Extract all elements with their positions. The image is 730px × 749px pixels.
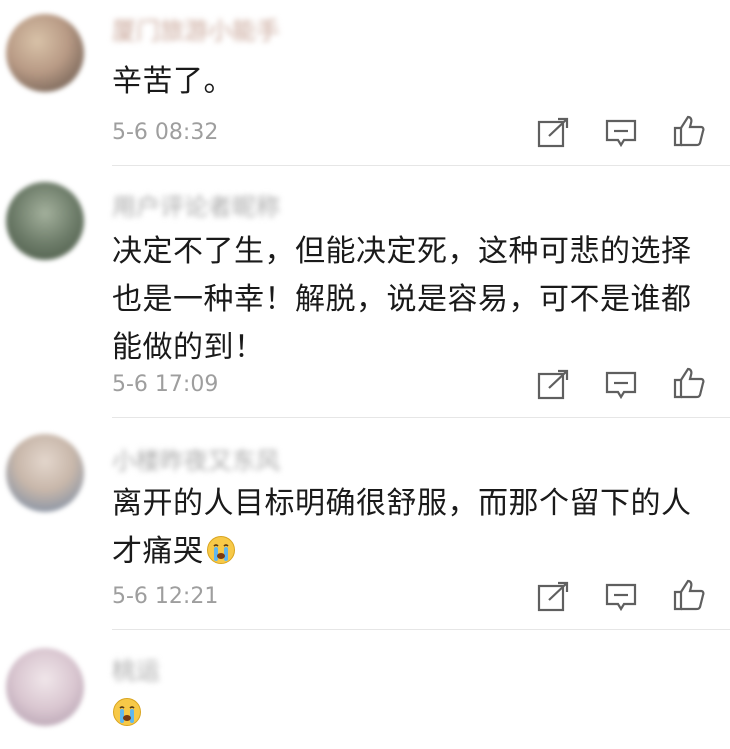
share-icon — [537, 581, 569, 612]
comment-text: 决定不了生，但能决定死，这种可悲的选择也是一种幸！解脱，说是容易，可不是谁都能做… — [112, 234, 692, 365]
comment-item: 用户评论者昵称 决定不了生，但能决定死，这种可悲的选择也是一种幸！解脱，说是容易… — [0, 166, 730, 418]
avatar[interactable] — [6, 434, 84, 512]
like-button[interactable] — [672, 366, 706, 400]
share-button[interactable] — [536, 580, 570, 614]
username[interactable]: 厦门旅游小能手 — [112, 18, 280, 44]
comment-text — [112, 690, 712, 738]
comment-text-content: 离开的人目标明确很舒服，而那个留下的人才痛哭 — [112, 486, 692, 569]
crying-face-emoji — [206, 536, 235, 564]
share-button[interactable] — [536, 116, 570, 150]
like-button[interactable] — [672, 114, 706, 148]
comment-item: 小楼昨夜又东风 离开的人目标明确很舒服，而那个留下的人才痛哭 5-6 12:21 — [0, 418, 730, 630]
comment-icon — [605, 371, 637, 400]
avatar[interactable] — [6, 14, 84, 92]
like-icon — [673, 579, 705, 611]
like-icon — [673, 115, 705, 147]
username[interactable]: 小楼昨夜又东风 — [112, 448, 280, 474]
comment-icon — [605, 583, 637, 612]
comment-item: 桃运 — [0, 630, 730, 749]
username[interactable]: 桃运 — [112, 658, 160, 684]
comment-icon — [605, 119, 637, 148]
comment-button[interactable] — [604, 580, 638, 614]
like-button[interactable] — [672, 578, 706, 612]
comment-button[interactable] — [604, 116, 638, 150]
crying-face-emoji — [113, 698, 141, 726]
comment-time: 5-6 12:21 — [112, 584, 219, 609]
comment-text: 离开的人目标明确很舒服，而那个留下的人才痛哭 — [112, 480, 692, 576]
avatar[interactable] — [6, 182, 84, 260]
username[interactable]: 用户评论者昵称 — [112, 194, 280, 220]
comment-button[interactable] — [604, 368, 638, 402]
comment-time: 5-6 08:32 — [112, 120, 219, 145]
comment-text: 辛苦了。 — [112, 64, 234, 99]
comment-item: 厦门旅游小能手 辛苦了。 5-6 08:32 — [0, 0, 730, 166]
avatar[interactable] — [6, 648, 84, 726]
like-icon — [673, 367, 705, 399]
share-button[interactable] — [536, 368, 570, 402]
share-icon — [537, 117, 569, 148]
comment-time: 5-6 17:09 — [112, 372, 219, 397]
share-icon — [537, 369, 569, 400]
